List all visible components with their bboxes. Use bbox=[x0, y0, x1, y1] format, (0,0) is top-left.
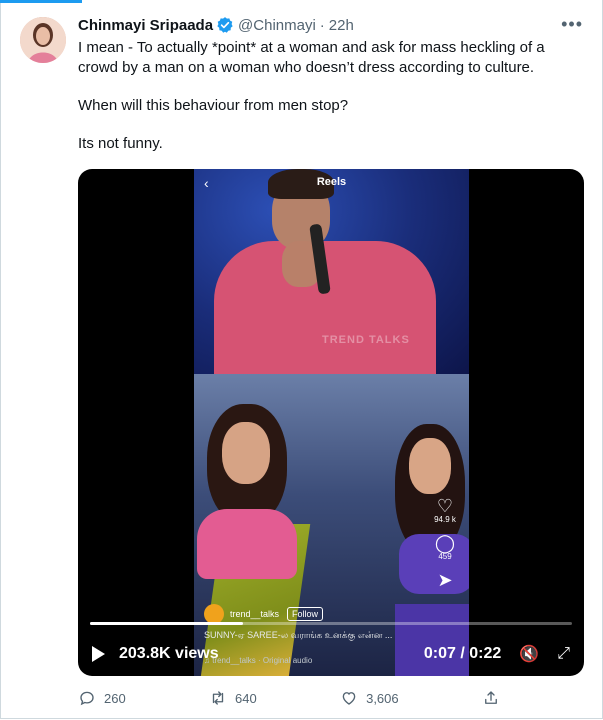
view-count: 203.8K views bbox=[119, 645, 219, 662]
reels-title: Reels bbox=[316, 176, 347, 188]
figure-face bbox=[409, 438, 451, 494]
mute-icon[interactable]: 🔇 bbox=[519, 644, 539, 664]
tweet-actions: 260 640 3,606 bbox=[78, 686, 508, 710]
time-readout: 0:07 / 0:22 bbox=[423, 645, 502, 662]
creator-avatar bbox=[204, 604, 224, 624]
video-progress-fill bbox=[90, 622, 244, 625]
share-arrow-icon: ➤ bbox=[437, 570, 453, 590]
retweet-button[interactable]: 640 bbox=[209, 689, 257, 707]
heart-icon: ♡ bbox=[436, 496, 454, 516]
comment-icon: ◯ bbox=[434, 533, 456, 553]
verified-badge-icon bbox=[217, 17, 233, 33]
video-scene-speaker: TREND TALKS ‹ Reels bbox=[194, 169, 469, 374]
tweet-paragraph: When will this behaviour from men stop? bbox=[78, 97, 349, 114]
figure-blouse bbox=[197, 509, 297, 579]
reel-like-count: 94.9 k bbox=[434, 515, 456, 524]
like-button[interactable]: 3,606 bbox=[340, 689, 399, 707]
figure-face bbox=[222, 422, 270, 484]
author-name[interactable]: Chinmayi Sripaada bbox=[78, 17, 213, 34]
timestamp[interactable]: 22h bbox=[329, 17, 354, 34]
follow-button: Follow bbox=[287, 607, 324, 621]
active-tab-indicator bbox=[0, 0, 82, 3]
like-icon bbox=[342, 692, 356, 705]
reply-button[interactable]: 260 bbox=[78, 689, 126, 707]
video-watermark: TREND TALKS bbox=[322, 334, 410, 346]
retweet-count: 640 bbox=[235, 690, 257, 706]
reel-creator: trend__talks Follow bbox=[204, 604, 324, 624]
reply-icon bbox=[80, 691, 94, 706]
tweet-text: I mean - To actually *point* at a woman … bbox=[78, 38, 578, 172]
creator-name: trend__talks bbox=[230, 609, 280, 619]
tweet-paragraph: I mean - To actually *point* at a woman … bbox=[78, 39, 545, 76]
avatar-image bbox=[20, 17, 66, 63]
like-count: 3,606 bbox=[366, 690, 399, 706]
reel-side-actions: ♡ 94.9 k ◯ 459 ➤ bbox=[431, 497, 459, 589]
tweet-paragraph: Its not funny. bbox=[78, 135, 163, 152]
reply-count: 260 bbox=[104, 690, 126, 706]
video-frame[interactable]: TREND TALKS ‹ Reels ♡ 94.9 k ◯ 459 ➤ tre… bbox=[194, 169, 469, 676]
video-player[interactable]: TREND TALKS ‹ Reels ♡ 94.9 k ◯ 459 ➤ tre… bbox=[78, 169, 584, 676]
tweet-header: Chinmayi Sripaada @Chinmayi · 22h bbox=[78, 15, 583, 35]
retweet-icon bbox=[212, 691, 224, 705]
author-handle[interactable]: @Chinmayi bbox=[238, 17, 316, 34]
play-icon[interactable] bbox=[92, 646, 105, 662]
ellipsis-icon[interactable]: ••• bbox=[561, 14, 583, 35]
video-progress-bar[interactable] bbox=[90, 622, 572, 625]
share-icon bbox=[485, 691, 497, 704]
reel-comment-count: 459 bbox=[438, 552, 452, 561]
separator-dot: · bbox=[319, 16, 325, 34]
video-controls: 203.8K views 0:07 / 0:22 🔇 ⤢ bbox=[78, 632, 584, 676]
fullscreen-icon[interactable]: ⤢ bbox=[557, 645, 570, 663]
share-button[interactable] bbox=[482, 689, 508, 707]
avatar[interactable] bbox=[20, 17, 66, 63]
